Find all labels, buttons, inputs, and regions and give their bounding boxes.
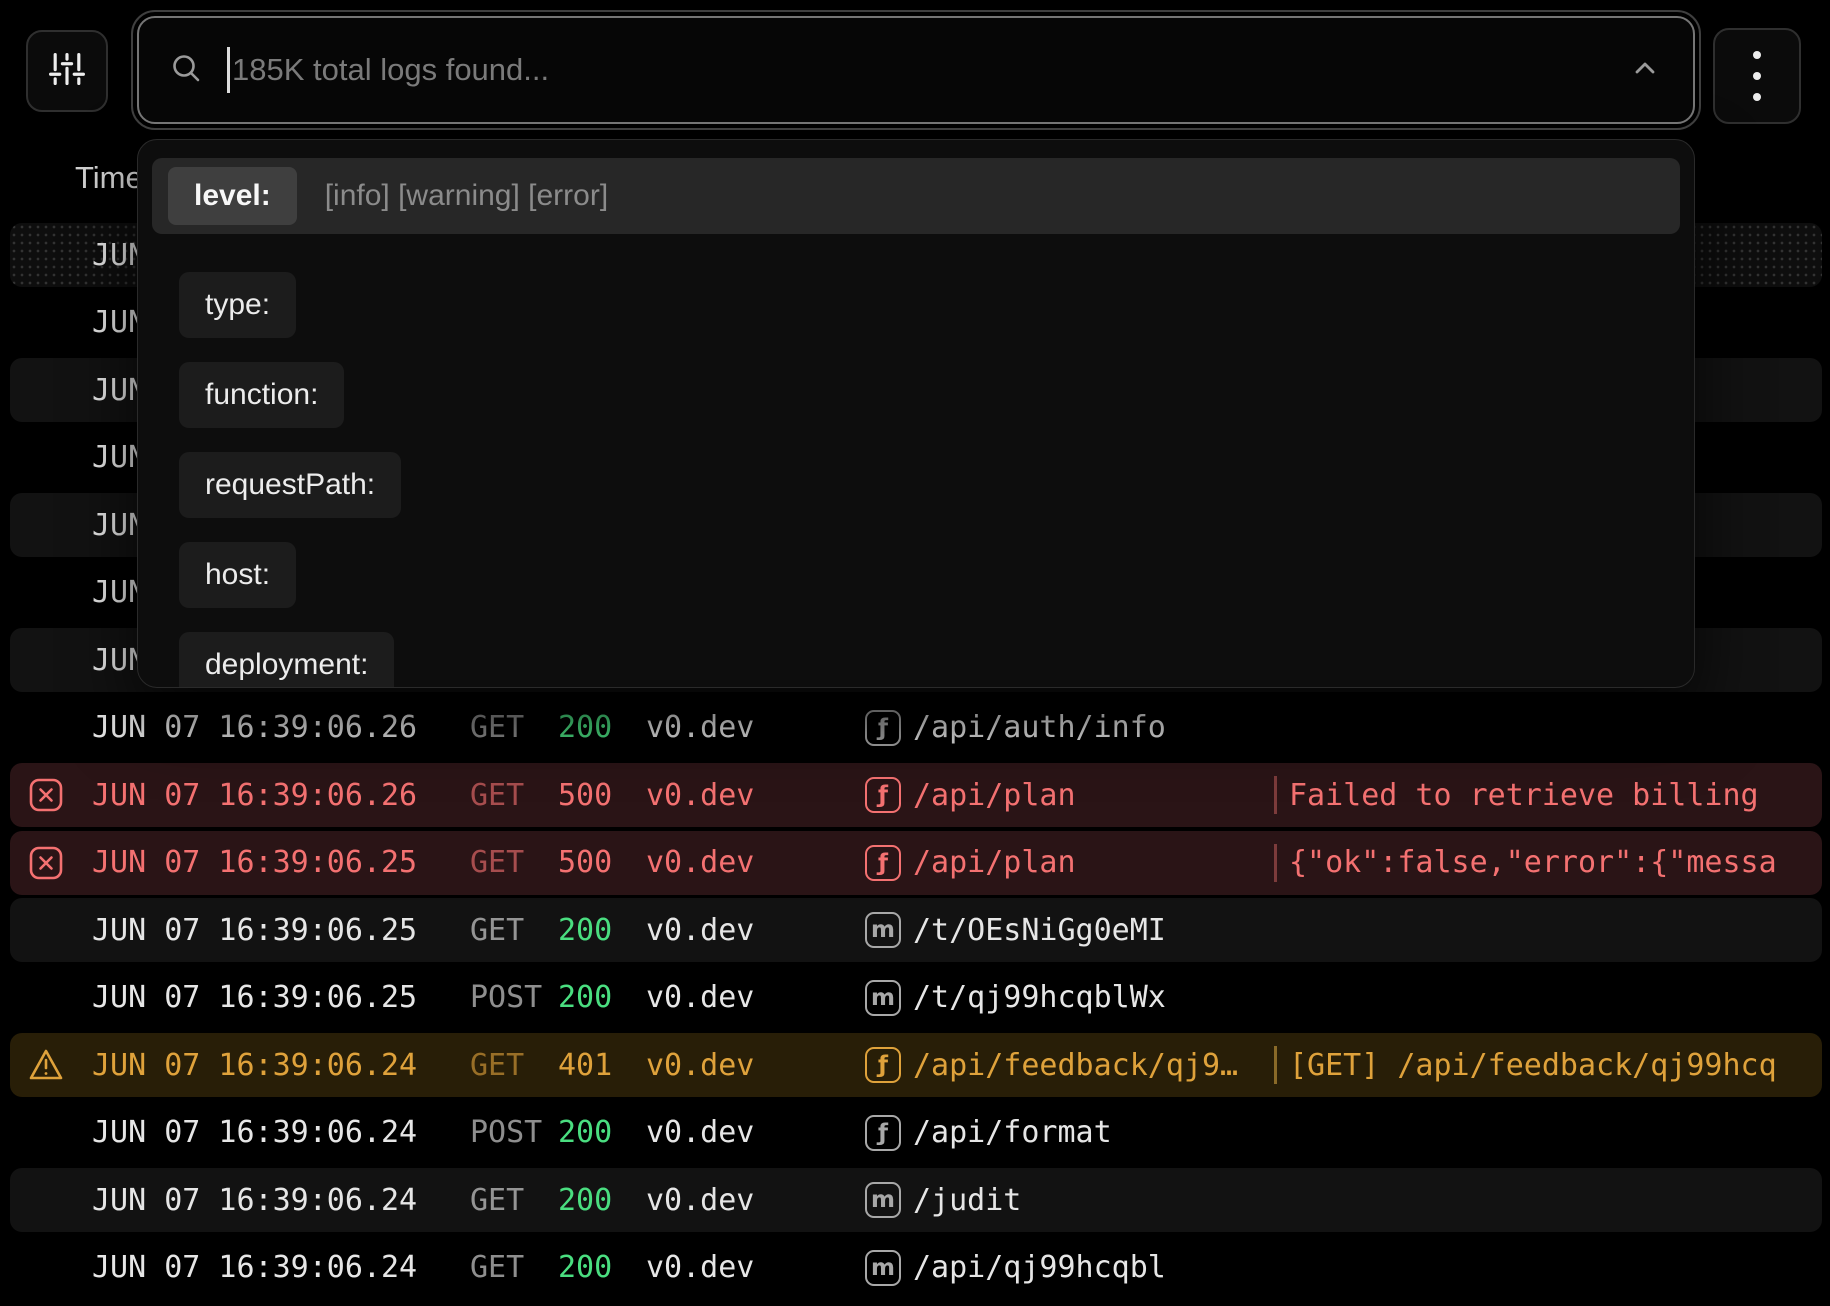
log-path: /api/auth/info <box>913 710 1268 745</box>
kebab-menu-icon <box>1753 51 1761 59</box>
message-divider <box>1274 1046 1277 1084</box>
warning-icon <box>28 1048 64 1082</box>
log-row[interactable]: JUN 07 16:39:06.24 GET 200 v0.dev m /api… <box>10 1236 1822 1300</box>
log-row-error[interactable]: JUN 07 16:39:06.25 GET 500 v0.dev ƒ /api… <box>10 831 1822 895</box>
search-suggestions-panel: level: [info] [warning] [error] type: fu… <box>137 139 1695 688</box>
log-message: {"ok":false,"error":{"messa <box>1289 845 1777 880</box>
log-timestamp: JUN 07 16:39:06.25 <box>92 845 438 880</box>
log-method: GET <box>470 710 542 745</box>
log-method: GET <box>470 1048 542 1083</box>
suggestion-item-host[interactable]: host: <box>179 542 296 608</box>
level-hint-text: [info] [warning] [error] <box>325 179 608 213</box>
search-icon <box>169 51 203 90</box>
log-timestamp: JUN 07 16:39:06.24 <box>92 1250 438 1285</box>
function-icon: ƒ <box>865 1115 901 1151</box>
log-host: v0.dev <box>646 845 865 880</box>
message-divider <box>1274 776 1277 814</box>
log-message: [GET] /api/feedback/qj99hcq <box>1289 1048 1777 1083</box>
suggestion-item-deployment[interactable]: deployment: <box>179 632 394 688</box>
error-icon <box>28 778 64 812</box>
log-host: v0.dev <box>646 1048 865 1083</box>
log-method: POST <box>470 1115 542 1150</box>
filter-button[interactable] <box>26 30 108 112</box>
log-status: 500 <box>558 845 612 880</box>
log-path: /api/format <box>913 1115 1268 1150</box>
suggestion-item-level[interactable]: level: [info] [warning] [error] <box>152 158 1680 234</box>
log-path: /api/qj99hcqbl <box>913 1250 1268 1285</box>
function-icon: ƒ <box>865 1047 901 1083</box>
log-path: /t/OEsNiGg0eMI <box>913 913 1268 948</box>
log-method: GET <box>470 845 542 880</box>
log-status: 200 <box>558 913 612 948</box>
log-path: /judit <box>913 1183 1268 1218</box>
message-divider <box>1274 844 1277 882</box>
function-icon: ƒ <box>865 710 901 746</box>
log-row[interactable]: JUN 07 16:39:06.26 GET 200 v0.dev ƒ /api… <box>10 696 1822 760</box>
log-message: Failed to retrieve billing <box>1289 778 1759 813</box>
log-row[interactable]: JUN 07 16:39:06.25 GET 200 v0.dev m /t/O… <box>10 898 1822 962</box>
log-host: v0.dev <box>646 913 865 948</box>
level-key-chip[interactable]: level: <box>168 167 297 225</box>
log-path: /api/feedback/qj9… <box>913 1048 1268 1083</box>
function-icon: ƒ <box>865 777 901 813</box>
log-path: /api/plan <box>913 778 1268 813</box>
suggestion-item-type[interactable]: type: <box>179 272 296 338</box>
log-status: 500 <box>558 778 612 813</box>
log-host: v0.dev <box>646 1250 865 1285</box>
middleware-icon: m <box>865 980 901 1016</box>
search-box[interactable] <box>137 16 1695 124</box>
middleware-icon: m <box>865 912 901 948</box>
log-row-warning[interactable]: JUN 07 16:39:06.24 GET 401 v0.dev ƒ /api… <box>10 1033 1822 1097</box>
suggestion-item-requestpath[interactable]: requestPath: <box>179 452 401 518</box>
log-timestamp: JUN 07 16:39:06.24 <box>92 1048 438 1083</box>
chevron-up-icon[interactable] <box>1627 50 1663 91</box>
log-host: v0.dev <box>646 980 865 1015</box>
kebab-menu-button[interactable] <box>1713 28 1801 124</box>
time-column-header: Time <box>75 160 143 196</box>
log-row[interactable]: JUN 07 16:39:06.24 GET 200 v0.dev m /jud… <box>10 1168 1822 1232</box>
log-timestamp: JUN 07 16:39:06.26 <box>92 778 438 813</box>
log-host: v0.dev <box>646 1115 865 1150</box>
log-status: 200 <box>558 1250 612 1285</box>
log-timestamp: JUN 07 16:39:06.26 <box>92 710 438 745</box>
log-timestamp: JUN 07 16:39:06.25 <box>92 913 438 948</box>
function-icon: ƒ <box>865 845 901 881</box>
log-timestamp: JUN 07 16:39:06.25 <box>92 980 438 1015</box>
log-status: 200 <box>558 710 612 745</box>
log-host: v0.dev <box>646 710 865 745</box>
log-method: POST <box>470 980 542 1015</box>
log-method: GET <box>470 913 542 948</box>
log-path: /api/plan <box>913 845 1268 880</box>
search-input[interactable] <box>232 52 1627 88</box>
log-row[interactable]: JUN 07 16:39:06.24 POST 200 v0.dev ƒ /ap… <box>10 1101 1822 1165</box>
log-method: GET <box>470 1183 542 1218</box>
log-row[interactable]: JUN 07 16:39:06.25 POST 200 v0.dev m /t/… <box>10 966 1822 1030</box>
log-method: GET <box>470 1250 542 1285</box>
log-timestamp: JUN 07 16:39:06.24 <box>92 1115 438 1150</box>
error-icon <box>28 846 64 880</box>
log-path: /t/qj99hcqblWx <box>913 980 1268 1015</box>
log-host: v0.dev <box>646 778 865 813</box>
middleware-icon: m <box>865 1250 901 1286</box>
log-status: 200 <box>558 980 612 1015</box>
middleware-icon: m <box>865 1182 901 1218</box>
log-status: 200 <box>558 1183 612 1218</box>
text-caret <box>227 47 230 93</box>
log-row-error[interactable]: JUN 07 16:39:06.26 GET 500 v0.dev ƒ /api… <box>10 763 1822 827</box>
filter-sliders-icon <box>46 48 88 95</box>
suggestion-item-function[interactable]: function: <box>179 362 344 428</box>
logs-screen: Time JUN JUN JUN JUN JUN JUN JUN <box>0 0 1830 1306</box>
log-timestamp: JUN 07 16:39:06.24 <box>92 1183 438 1218</box>
log-status: 200 <box>558 1115 612 1150</box>
log-method: GET <box>470 778 542 813</box>
log-status: 401 <box>558 1048 612 1083</box>
log-host: v0.dev <box>646 1183 865 1218</box>
